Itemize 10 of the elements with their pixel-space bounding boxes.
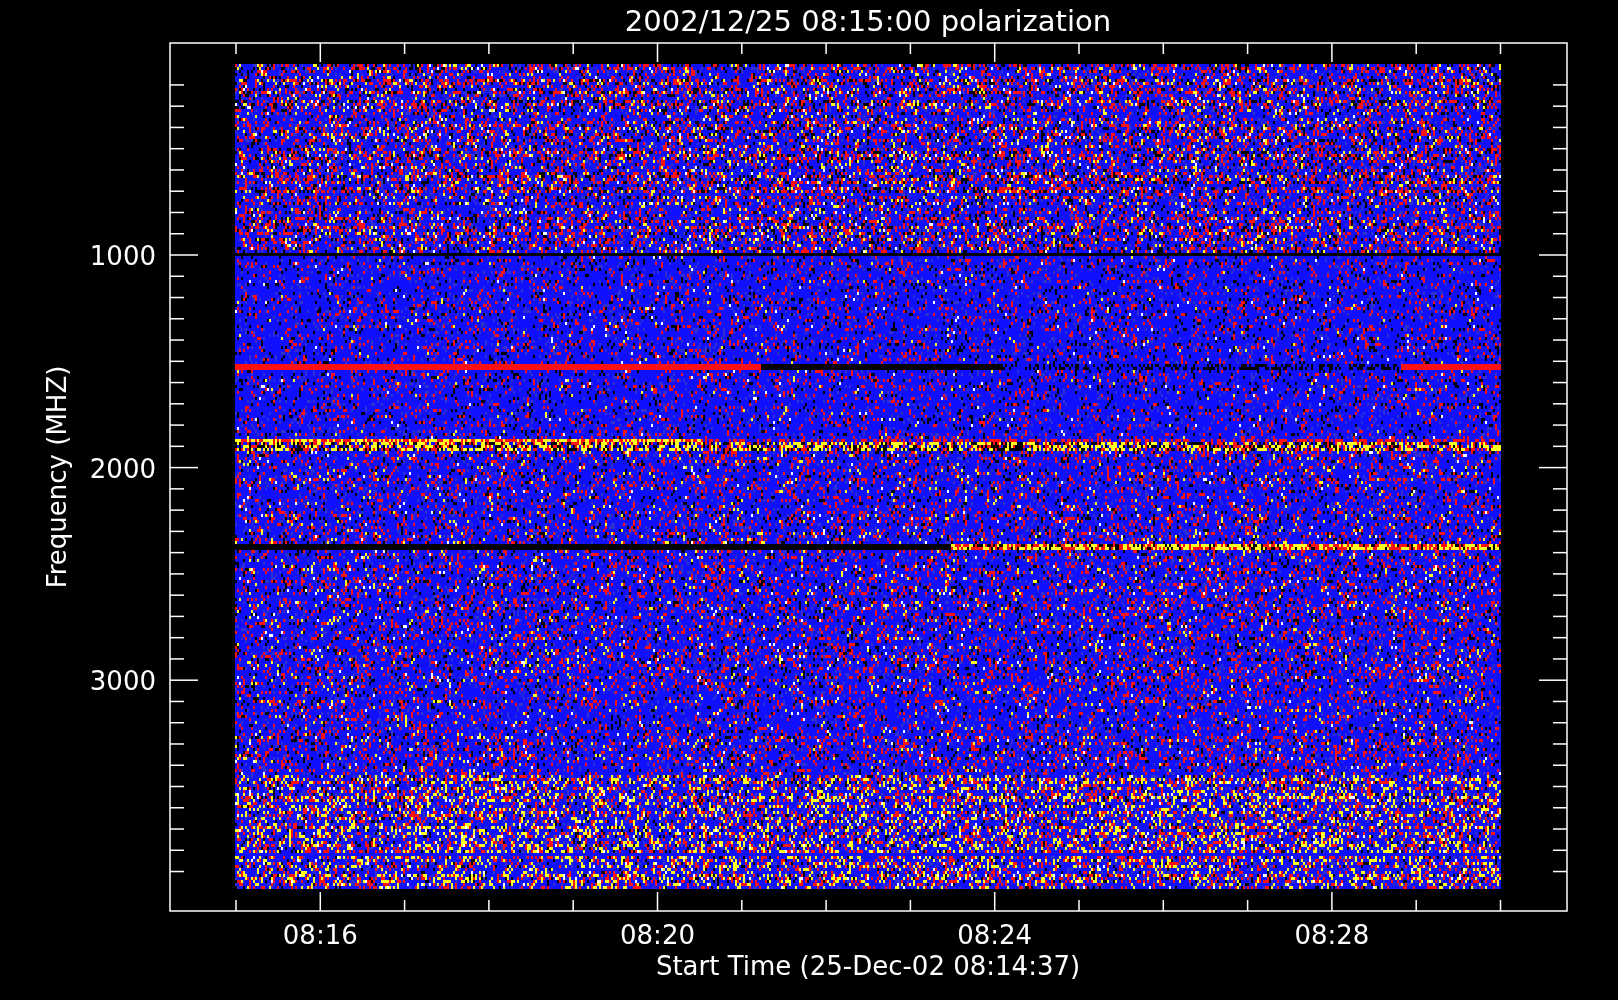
tick-label: 08:20 (620, 920, 695, 950)
tick-label: 1000 (89, 241, 156, 271)
tick-label: 2000 (89, 453, 156, 484)
tick-label: 3000 (89, 666, 156, 697)
plot-title: 2002/12/25 08:15:00 polarization (624, 4, 1112, 38)
y-axis-label: Frequency (MHZ) (42, 365, 72, 589)
tick-label: 08:28 (1294, 920, 1370, 950)
tick-label: 08:16 (282, 920, 358, 950)
tick-label: 08:24 (957, 920, 1033, 950)
x-axis-label: Start Time (25-Dec-02 08:14:37) (655, 951, 1081, 981)
